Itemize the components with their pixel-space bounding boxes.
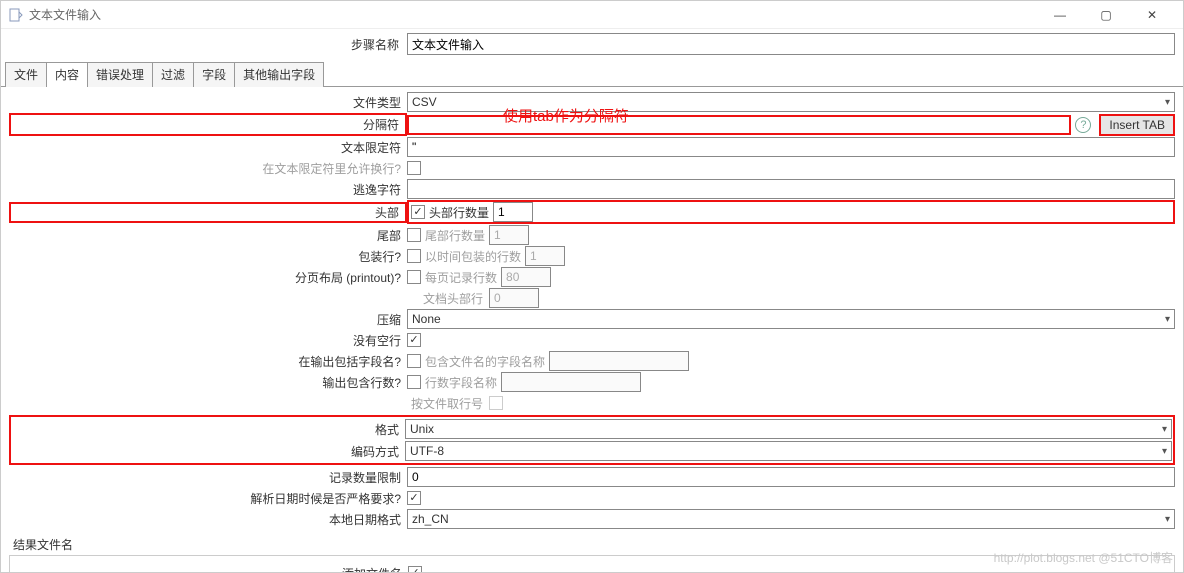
- chevron-down-icon: ▾: [1165, 514, 1170, 525]
- encoding-label: 编码方式: [12, 443, 405, 460]
- strict-date-checkbox[interactable]: [407, 491, 421, 505]
- per-file-rownum-checkbox: [489, 396, 503, 410]
- footer-count-input: [489, 225, 529, 245]
- app-icon: [9, 8, 23, 22]
- add-filename-label: 添加文件名: [18, 565, 408, 573]
- tab-fields[interactable]: 字段: [193, 62, 235, 87]
- paged-count-input: [501, 267, 551, 287]
- header-checkbox[interactable]: [411, 205, 425, 219]
- footer-label: 尾部: [9, 227, 407, 244]
- header-count-input[interactable]: [493, 202, 533, 222]
- include-rownum-sublabel: 行数字段名称: [425, 374, 497, 391]
- watermark-left: http://plot.blogs.net: [994, 551, 1095, 565]
- format-label: 格式: [12, 421, 405, 438]
- no-empty-checkbox[interactable]: [407, 333, 421, 347]
- no-empty-label: 没有空行: [9, 332, 407, 349]
- escape-char-input[interactable]: [407, 179, 1175, 199]
- help-icon[interactable]: ?: [1075, 117, 1091, 133]
- chevron-down-icon: ▾: [1165, 314, 1170, 325]
- separator-label: 分隔符: [9, 113, 407, 136]
- limit-label: 记录数量限制: [9, 469, 407, 486]
- include-filename-sublabel: 包含文件名的字段名称: [425, 353, 545, 370]
- compression-dropdown[interactable]: None ▾: [407, 309, 1175, 329]
- allow-newline-checkbox[interactable]: [407, 161, 421, 175]
- include-rownum-checkbox[interactable]: [407, 375, 421, 389]
- footer-count-label: 尾部行数量: [425, 227, 485, 244]
- watermark-right: @51CTO博客: [1098, 551, 1173, 565]
- watermark: http://plot.blogs.net @51CTO博客: [994, 549, 1173, 566]
- doc-head-label: 文档头部行: [9, 290, 489, 307]
- footer-checkbox[interactable]: [407, 228, 421, 242]
- strict-date-label: 解析日期时候是否严格要求?: [9, 490, 407, 507]
- text-qualifier-label: 文本限定符: [9, 139, 407, 156]
- titlebar: 文本文件输入 — ▢ ✕: [1, 1, 1183, 29]
- file-type-dropdown[interactable]: CSV ▾: [407, 92, 1175, 112]
- file-type-label: 文件类型: [9, 94, 407, 111]
- step-name-row: 步骤名称: [1, 29, 1183, 61]
- locale-date-value: zh_CN: [412, 512, 449, 526]
- include-filename-input: [549, 351, 689, 371]
- step-name-input[interactable]: [407, 33, 1175, 55]
- minimize-button[interactable]: —: [1037, 1, 1083, 29]
- include-rownum-input: [501, 372, 641, 392]
- allow-newline-label: 在文本限定符里允许换行?: [9, 160, 407, 177]
- format-dropdown[interactable]: Unix ▾: [405, 419, 1172, 439]
- close-button[interactable]: ✕: [1129, 1, 1175, 29]
- tab-content[interactable]: 内容: [46, 62, 88, 87]
- chevron-down-icon: ▾: [1165, 97, 1170, 108]
- insert-tab-button[interactable]: Insert TAB: [1099, 114, 1175, 136]
- locale-date-label: 本地日期格式: [9, 511, 407, 528]
- separator-input[interactable]: [407, 115, 1071, 135]
- doc-head-input: [489, 288, 539, 308]
- tab-errors[interactable]: 错误处理: [87, 62, 153, 87]
- locale-date-dropdown[interactable]: zh_CN ▾: [407, 509, 1175, 529]
- per-file-rownum-label: 按文件取行号: [9, 395, 489, 412]
- header-label: 头部: [9, 202, 407, 223]
- chevron-down-icon: ▾: [1162, 446, 1167, 457]
- text-qualifier-input[interactable]: [407, 137, 1175, 157]
- compression-label: 压缩: [9, 311, 407, 328]
- header-count-label: 头部行数量: [429, 204, 489, 221]
- paged-label: 分页布局 (printout)?: [9, 269, 407, 286]
- encoding-dropdown[interactable]: UTF-8 ▾: [405, 441, 1172, 461]
- file-type-value: CSV: [412, 95, 437, 109]
- escape-char-label: 逃逸字符: [9, 181, 407, 198]
- content-panel: 使用tab作为分隔符 文件类型 CSV ▾ 分隔符 ? Insert TAB 文…: [1, 87, 1183, 572]
- window-title: 文本文件输入: [29, 6, 1037, 23]
- window: 文本文件输入 — ▢ ✕ 步骤名称 文件 内容 错误处理 过滤 字段 其他输出字…: [0, 0, 1184, 573]
- format-value: Unix: [410, 422, 434, 436]
- chevron-down-icon: ▾: [1162, 424, 1167, 435]
- tab-other-output[interactable]: 其他输出字段: [234, 62, 324, 87]
- tabs: 文件 内容 错误处理 过滤 字段 其他输出字段: [1, 61, 1183, 87]
- add-filename-checkbox[interactable]: [408, 566, 422, 572]
- wrapped-count-label: 以时间包装的行数: [425, 248, 521, 265]
- limit-input[interactable]: [407, 467, 1175, 487]
- window-controls: — ▢ ✕: [1037, 1, 1175, 29]
- compression-value: None: [412, 312, 441, 326]
- paged-checkbox[interactable]: [407, 270, 421, 284]
- include-filename-checkbox[interactable]: [407, 354, 421, 368]
- include-filename-label: 在输出包括字段名?: [9, 353, 407, 370]
- maximize-button[interactable]: ▢: [1083, 1, 1129, 29]
- wrapped-checkbox[interactable]: [407, 249, 421, 263]
- include-rownum-label: 输出包含行数?: [9, 374, 407, 391]
- paged-count-label: 每页记录行数: [425, 269, 497, 286]
- wrapped-count-input: [525, 246, 565, 266]
- step-name-label: 步骤名称: [9, 36, 407, 53]
- encoding-value: UTF-8: [410, 444, 444, 458]
- wrapped-label: 包装行?: [9, 248, 407, 265]
- tab-filter[interactable]: 过滤: [152, 62, 194, 87]
- tab-file[interactable]: 文件: [5, 62, 47, 87]
